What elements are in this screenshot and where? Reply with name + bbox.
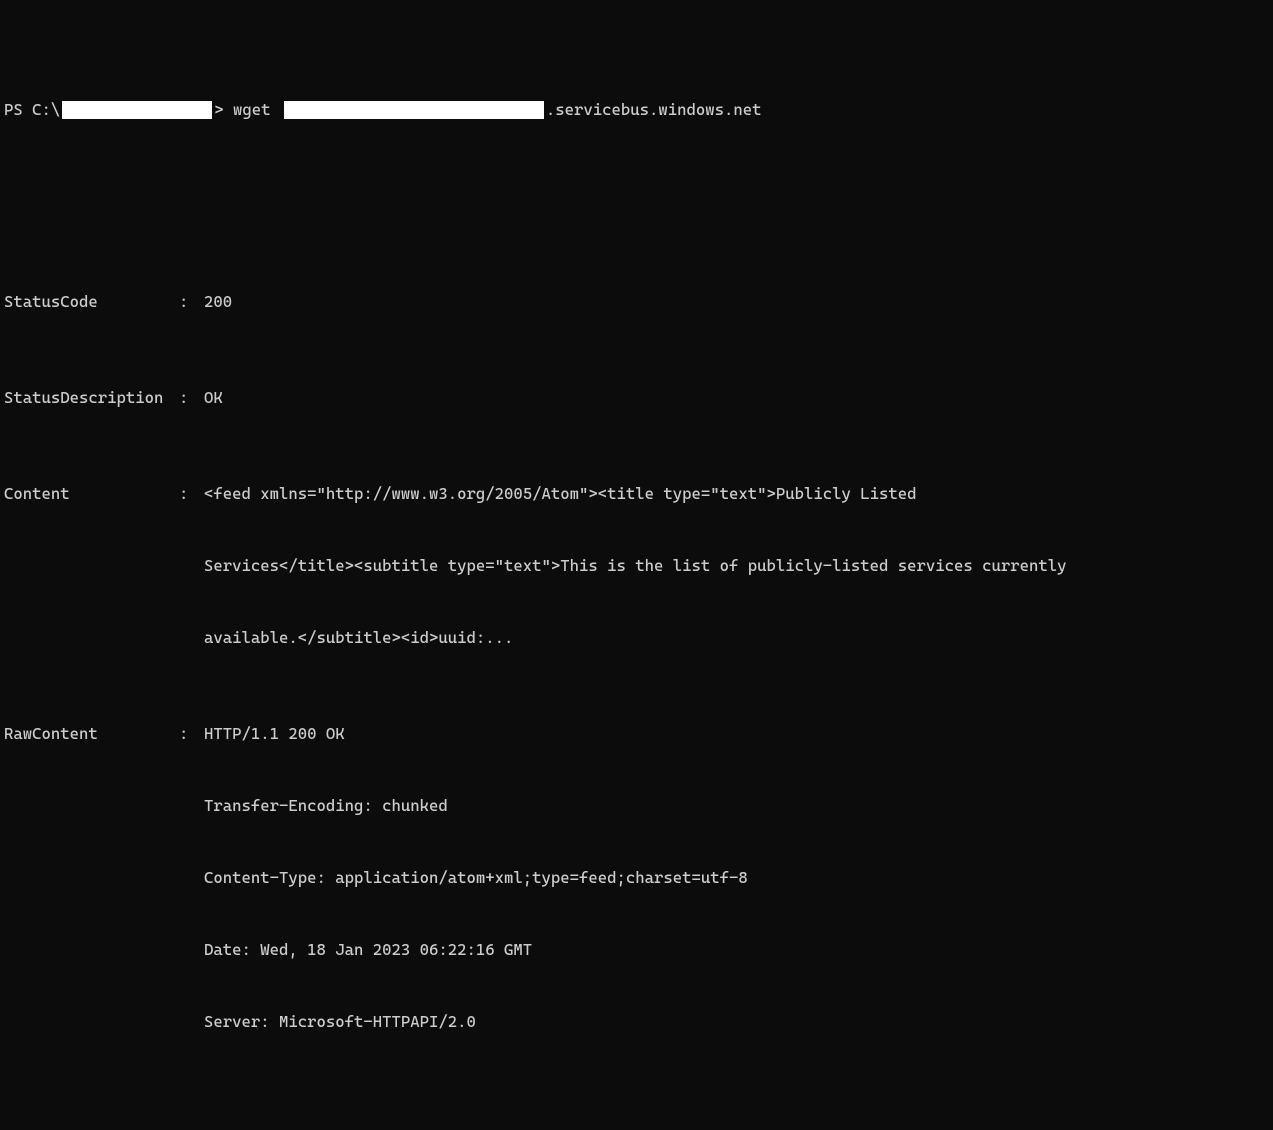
command-suffix: .servicebus.windows.net [546,98,762,122]
status-code-label: StatusCode [4,290,179,314]
content-value-line2: Services</title><subtitle type="text">Th… [4,554,1264,578]
colon: : [179,722,204,746]
raw-content-line5: Server: Microsoft-HTTPAPI/2.0 [4,1010,1264,1034]
raw-content-label: RawContent [4,722,179,746]
prompt-prefix: PS C:\ [4,98,60,122]
redacted-hostname [284,101,544,119]
output-block: StatusCode : 200 StatusDescription : OK … [4,218,1269,1130]
status-code-row: StatusCode : 200 [4,290,1269,314]
raw-content-line4: Date: Wed, 18 Jan 2023 06:22:16 GMT [4,938,1264,962]
colon: : [179,386,204,410]
content-label: Content [4,482,179,506]
prompt-separator: > [214,98,233,122]
raw-content-line2: Transfer-Encoding: chunked [4,794,1264,818]
command-text: wget [233,98,280,122]
colon: : [179,482,204,506]
blank-line [4,1082,1269,1106]
content-value-line3: available.</subtitle><id>uuid:... [4,626,1264,650]
raw-content-row: RawContent : HTTP/1.1 200 OK [4,722,1269,746]
status-code-value: 200 [204,290,1264,314]
content-row: Content : <feed xmlns="http://www.w3.org… [4,482,1269,506]
colon: : [179,290,204,314]
redacted-path [62,101,212,119]
content-value-line1: <feed xmlns="http://www.w3.org/2005/Atom… [204,482,1264,506]
raw-content-line3: Content-Type: application/atom+xml;type=… [4,866,1264,890]
status-description-row: StatusDescription : OK [4,386,1269,410]
status-description-label: StatusDescription [4,386,179,410]
status-description-value: OK [204,386,1264,410]
raw-content-line1: HTTP/1.1 200 OK [204,722,1264,746]
command-prompt-line[interactable]: PS C:\ > wget .servicebus.windows.net [4,98,1269,122]
